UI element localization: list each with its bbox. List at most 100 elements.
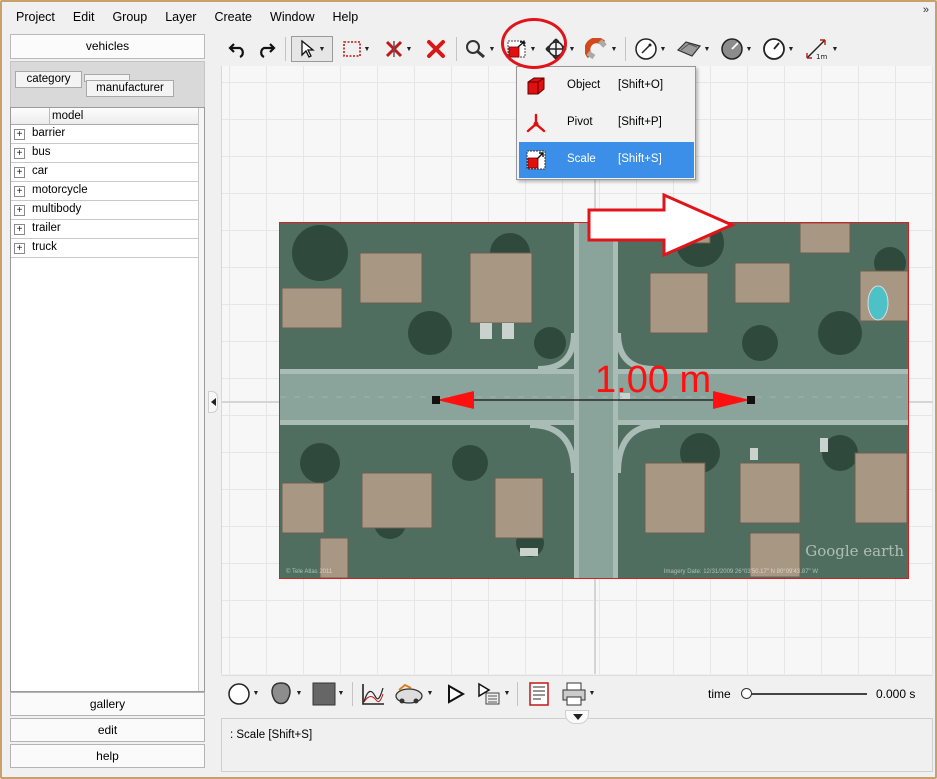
delete-icon[interactable] [421, 36, 451, 62]
tree-scrollbar[interactable] [198, 108, 204, 691]
expand-icon[interactable]: + [14, 243, 25, 254]
chevron-down-icon[interactable]: ▼ [569, 46, 576, 53]
tab-manufacturer[interactable]: manufacturer [86, 80, 174, 97]
select-rect-icon[interactable]: ▼ [337, 36, 375, 62]
chevron-down-icon[interactable]: ▼ [589, 690, 596, 697]
collapse-left-panel-handle[interactable] [208, 391, 218, 413]
color-swatch-icon[interactable]: ▼ [309, 681, 347, 707]
tree-item-label: trailer [32, 222, 61, 234]
toolbar-overflow-icon[interactable]: » [923, 4, 929, 16]
time-label: time [708, 687, 731, 701]
edit-button[interactable]: edit [10, 718, 205, 742]
chevron-down-icon[interactable]: ▼ [364, 46, 371, 53]
svg-text:1m: 1m [816, 53, 827, 61]
chevron-down-icon[interactable]: ▼ [704, 46, 711, 53]
menu-create[interactable]: Create [205, 2, 261, 32]
scale-tool-dropdown: Object [Shift+O] Pivot [Shift+P] Scale [… [516, 66, 696, 180]
menu-layer[interactable]: Layer [156, 2, 205, 32]
chevron-down-icon[interactable]: ▼ [338, 690, 345, 697]
gallery-button[interactable]: gallery [10, 692, 205, 716]
help-button[interactable]: help [10, 744, 205, 768]
status-output-panel: : Scale [Shift+S] [221, 718, 933, 772]
tree-item-label: car [32, 165, 48, 177]
chevron-down-icon[interactable]: ▼ [832, 46, 839, 53]
graph-icon[interactable] [358, 681, 388, 707]
chevron-down-icon[interactable]: ▼ [504, 690, 511, 697]
expand-icon[interactable]: + [14, 167, 25, 178]
menu-edit[interactable]: Edit [64, 2, 104, 32]
vehicles-button[interactable]: vehicles [10, 34, 205, 59]
tree-item-truck[interactable]: + truck [11, 239, 198, 258]
dropdown-item-scale[interactable]: Scale [Shift+S] [519, 142, 694, 178]
tree-item-label: bus [32, 146, 51, 158]
column-model[interactable]: model [49, 108, 199, 124]
chevron-down-icon[interactable]: ▼ [253, 690, 260, 697]
tree-item-multibody[interactable]: + multibody [11, 201, 198, 220]
tree-item-motorcycle[interactable]: + motorcycle [11, 182, 198, 201]
play-icon[interactable] [440, 681, 470, 707]
tree-item-bus[interactable]: + bus [11, 144, 198, 163]
menu-help[interactable]: Help [323, 2, 367, 32]
dropdown-item-shortcut: [Shift+O] [618, 79, 664, 91]
tree-item-label: truck [32, 241, 57, 253]
tree-item-trailer[interactable]: + trailer [11, 220, 198, 239]
tree-item-car[interactable]: + car [11, 163, 198, 182]
print-icon[interactable]: ▼ [559, 681, 597, 707]
playback-options-icon[interactable]: ▼ [474, 681, 512, 707]
time-slider[interactable] [741, 687, 869, 701]
dropdown-item-pivot[interactable]: Pivot [Shift+P] [519, 105, 694, 141]
model-tree: model + barrier + bus + car + motorcycle + mu… [10, 107, 205, 692]
scale-handle-left [432, 396, 440, 404]
chevron-down-icon[interactable]: ▼ [660, 46, 667, 53]
dropdown-item-object[interactable]: Object [Shift+O] [519, 68, 694, 104]
dropdown-item-label: Object [567, 79, 601, 91]
circle-shape-icon[interactable]: ▼ [225, 681, 261, 707]
menu-project[interactable]: Project [2, 2, 64, 32]
pivot-icon [526, 113, 546, 133]
chevron-down-icon[interactable]: ▼ [489, 46, 496, 53]
time-value: 0.000 s [876, 687, 916, 701]
chevron-down-icon[interactable]: ▼ [611, 46, 618, 53]
annotation-circle [501, 18, 567, 69]
chevron-down-icon[interactable]: ▼ [406, 46, 413, 53]
scale-icon [526, 150, 546, 170]
surface-icon[interactable]: ▼ [673, 36, 713, 62]
zoom-icon[interactable]: ▼ [462, 36, 498, 62]
expand-icon[interactable]: + [14, 224, 25, 235]
report-icon[interactable] [523, 681, 555, 707]
split-icon[interactable]: ▼ [379, 36, 417, 62]
redo-icon[interactable] [252, 36, 280, 62]
vehicle-simulate-icon[interactable]: ▼ [392, 681, 434, 707]
dropdown-item-label: Scale [567, 153, 596, 165]
chevron-down-icon[interactable]: ▼ [427, 690, 434, 697]
dropdown-item-shortcut: [Shift+P] [618, 116, 662, 128]
scale-arrow-right [713, 391, 750, 409]
tab-category[interactable]: category [15, 71, 82, 88]
time-slider-knob[interactable] [741, 688, 752, 699]
tree-item-barrier[interactable]: + barrier [11, 125, 198, 144]
dial-icon[interactable]: ▼ [759, 36, 797, 62]
dropdown-item-shortcut: [Shift+S] [618, 153, 662, 165]
chevron-down-icon[interactable]: ▼ [746, 46, 753, 53]
expand-icon[interactable]: + [14, 205, 25, 216]
menu-group[interactable]: Group [103, 2, 156, 32]
measure-circle-icon[interactable]: ▼ [631, 36, 669, 62]
time-slider-track [741, 693, 867, 695]
tree-item-label: barrier [32, 127, 66, 139]
fill-shape-icon[interactable]: ▼ [265, 681, 305, 707]
menu-window[interactable]: Window [261, 2, 323, 32]
magnet-icon[interactable]: ▼ [582, 36, 620, 62]
select-pointer-icon[interactable]: ▼ [291, 36, 333, 62]
cube-icon [527, 77, 545, 95]
gauge-icon[interactable]: ▼ [717, 36, 755, 62]
expand-icon[interactable]: + [14, 186, 25, 197]
chevron-down-icon[interactable]: ▼ [319, 46, 326, 53]
status-text: : Scale [Shift+S] [230, 729, 313, 741]
expand-icon[interactable]: + [14, 148, 25, 159]
expand-icon[interactable]: + [14, 129, 25, 140]
chevron-down-icon[interactable]: ▼ [788, 46, 795, 53]
measure-1m-icon[interactable]: 1m ▼ [801, 36, 841, 62]
chevron-down-icon[interactable]: ▼ [296, 690, 303, 697]
undo-icon[interactable] [224, 36, 252, 62]
toolbar-separator [456, 37, 457, 61]
